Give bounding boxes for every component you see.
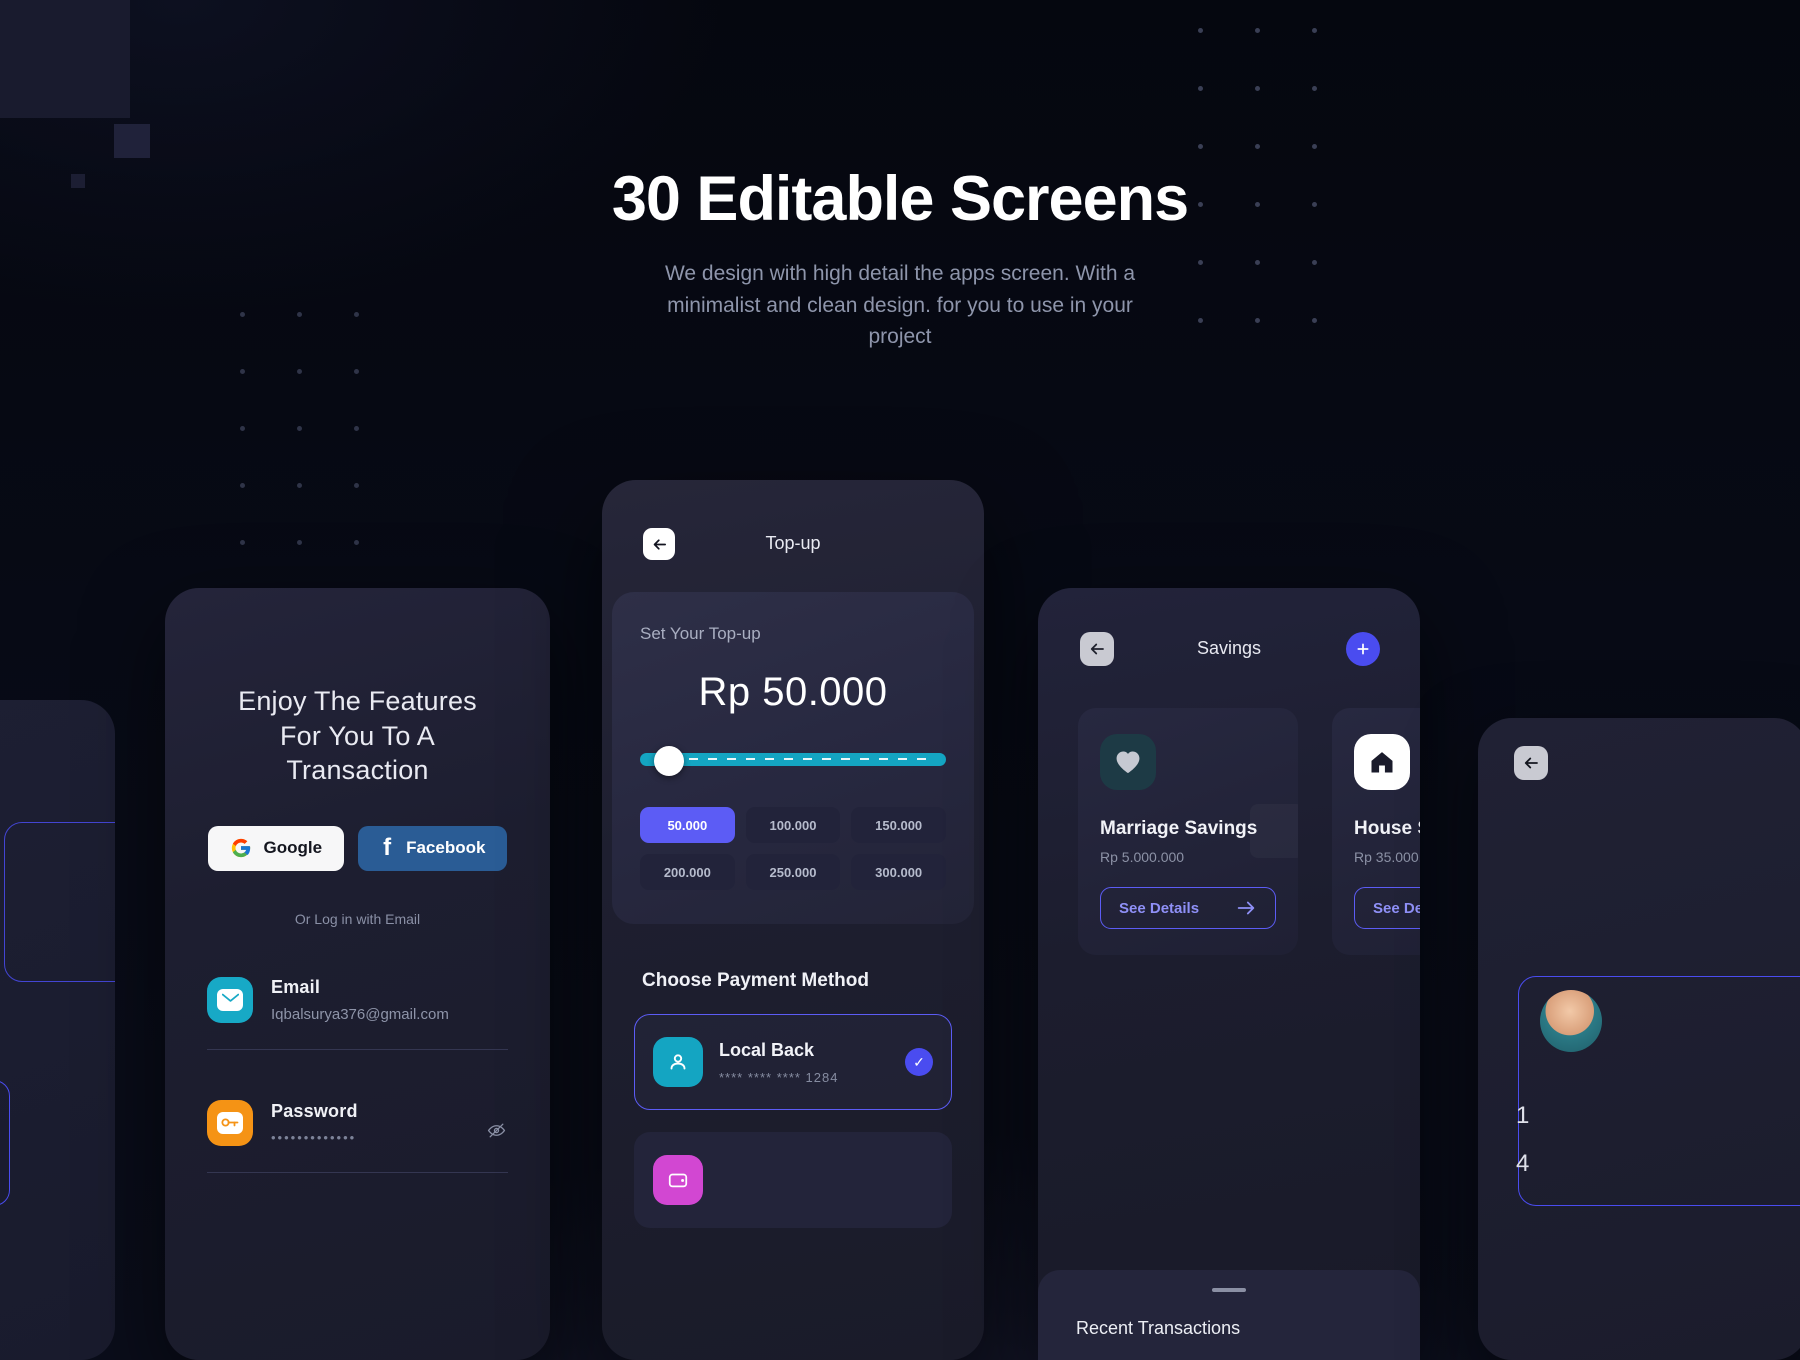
arrow-right-icon bbox=[1235, 897, 1257, 919]
topup-amount-chips: 50.000 100.000 150.000 200.000 250.000 3… bbox=[640, 807, 946, 890]
slider-knob[interactable] bbox=[654, 746, 684, 776]
savings-header: Savings bbox=[1038, 588, 1420, 708]
savings-card[interactable]: Marriage Savings Rp 5.000.000 See Detail… bbox=[1078, 708, 1298, 955]
see-details-button[interactable]: See Details bbox=[1100, 887, 1276, 929]
phone-mockup-savings: Savings Marriage Savings Rp 5.000.000 Se… bbox=[1038, 588, 1420, 1360]
phone-mockup-far-left: ✓ bbox=[0, 700, 115, 1360]
field-divider bbox=[207, 1171, 508, 1173]
page-root: 30 Editable Screens We design with high … bbox=[0, 0, 1800, 1360]
email-field-label: Email bbox=[271, 976, 321, 997]
see-details-label: See Details bbox=[1119, 899, 1200, 917]
decorative-square bbox=[114, 124, 150, 158]
topup-amount-value: Rp 50.000 bbox=[698, 670, 888, 714]
far-right-number-2: 4 bbox=[1516, 1150, 1530, 1177]
slider-dashes bbox=[670, 758, 934, 760]
see-details-label: See Details bbox=[1373, 899, 1420, 917]
check-icon: ✓ bbox=[905, 1048, 933, 1076]
savings-card[interactable]: House Savings Rp 35.000.000 See Details bbox=[1332, 708, 1420, 955]
recent-transactions-sheet: Recent Transactions Marriage Savings 07 … bbox=[1038, 1270, 1420, 1360]
far-right-back-button[interactable] bbox=[1514, 746, 1548, 780]
phone-mockup-far-right: 1 4 bbox=[1478, 718, 1800, 1360]
decorative-square bbox=[0, 0, 130, 118]
password-field-value: ••••••••••••• bbox=[271, 1129, 357, 1145]
payment-method-name: Local Back bbox=[719, 1039, 815, 1060]
topup-header: Top-up bbox=[602, 480, 984, 592]
page-subtitle: We design with high detail the apps scre… bbox=[664, 262, 1136, 349]
amount-chip[interactable]: 300.000 bbox=[851, 854, 946, 890]
eye-off-icon[interactable] bbox=[487, 1121, 506, 1140]
savings-card-list: Marriage Savings Rp 5.000.000 See Detail… bbox=[1038, 708, 1420, 955]
google-icon bbox=[230, 837, 252, 859]
facebook-login-button[interactable]: f Facebook bbox=[358, 825, 508, 871]
amount-chip[interactable]: 200.000 bbox=[640, 854, 735, 890]
ghost-card-secondary bbox=[0, 1080, 10, 1206]
google-login-button[interactable]: Google bbox=[207, 825, 345, 871]
facebook-login-label: Facebook bbox=[406, 838, 486, 858]
amount-chip[interactable]: 100.000 bbox=[745, 807, 841, 843]
amount-chip[interactable]: 50.000 bbox=[640, 807, 735, 843]
add-savings-button[interactable] bbox=[1346, 632, 1380, 666]
amount-chip[interactable]: 150.000 bbox=[851, 807, 946, 843]
sheet-grabber[interactable] bbox=[1212, 1288, 1246, 1292]
dot-grid-mid-left bbox=[240, 312, 411, 597]
avatar bbox=[1540, 990, 1602, 1052]
topup-amount-slider[interactable] bbox=[640, 746, 946, 776]
bank-icon bbox=[653, 1037, 703, 1087]
payment-method-secondary[interactable] bbox=[634, 1132, 952, 1228]
mail-icon bbox=[207, 976, 253, 1023]
recent-transactions-title: Recent Transactions bbox=[1076, 1318, 1241, 1338]
topup-amount-card: Set Your Top-up Rp 50.000 50.000 100.000… bbox=[612, 592, 974, 924]
social-login-row: Google f Facebook bbox=[207, 825, 508, 871]
amount-chip[interactable]: 250.000 bbox=[745, 854, 841, 890]
topup-header-title: Top-up bbox=[765, 533, 821, 553]
payment-method-number: **** **** **** 1284 bbox=[719, 1069, 839, 1085]
phone-mockup-login: Enjoy The Features For You To A Transact… bbox=[165, 588, 550, 1360]
hero-section: 30 Editable Screens We design with high … bbox=[0, 166, 1800, 353]
far-right-number-1: 1 bbox=[1516, 1102, 1530, 1129]
key-icon bbox=[207, 1099, 253, 1146]
login-heading-line1: Enjoy The Features bbox=[238, 686, 477, 716]
field-divider bbox=[207, 1048, 508, 1050]
savings-card-amount: Rp 35.000.000 bbox=[1354, 849, 1420, 865]
password-field[interactable]: Password ••••••••••••• bbox=[207, 1099, 508, 1146]
phone-mockup-topup: Top-up Set Your Top-up Rp 50.000 50.000 … bbox=[602, 480, 984, 1360]
topup-card-label: Set Your Top-up bbox=[640, 624, 761, 643]
email-field[interactable]: Email Iqbalsurya376@gmail.com bbox=[207, 976, 508, 1023]
google-login-label: Google bbox=[263, 838, 323, 858]
payment-method-local-back[interactable]: Local Back **** **** **** 1284 ✓ bbox=[634, 1014, 952, 1110]
login-heading: Enjoy The Features For You To A Transact… bbox=[207, 684, 508, 788]
password-field-label: Password bbox=[271, 1100, 358, 1121]
home-icon bbox=[1354, 734, 1410, 790]
facebook-icon: f bbox=[383, 834, 392, 862]
page-title: 30 Editable Screens bbox=[611, 164, 1189, 234]
wallet-icon bbox=[653, 1155, 703, 1205]
payment-method-title: Choose Payment Method bbox=[642, 970, 869, 991]
email-field-value: Iqbalsurya376@gmail.com bbox=[271, 1005, 449, 1023]
or-login-divider-text: Or Log in with Email bbox=[294, 910, 421, 927]
see-details-button[interactable]: See Details bbox=[1354, 887, 1420, 929]
login-heading-line2: For You To A Transaction bbox=[279, 720, 436, 786]
heart-icon bbox=[1100, 734, 1156, 790]
ghost-card bbox=[4, 822, 115, 982]
savings-card-name: House Savings bbox=[1354, 818, 1420, 839]
